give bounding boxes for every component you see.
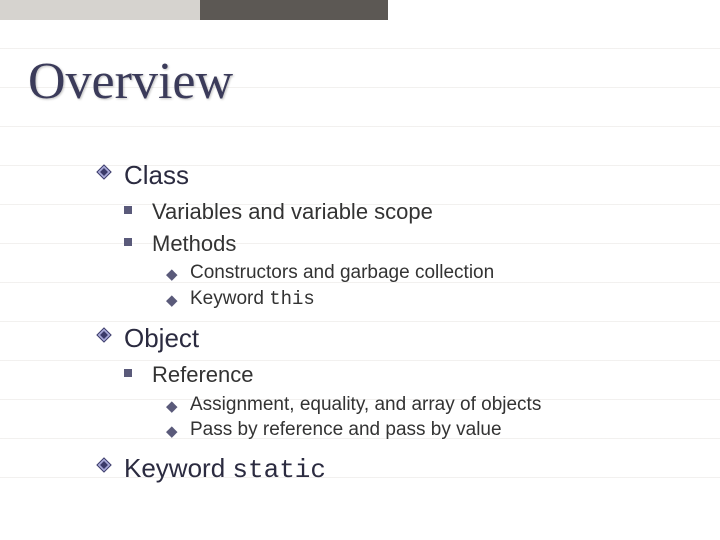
accent-light-segment bbox=[0, 0, 200, 20]
subbullet-reference: Reference bbox=[124, 360, 680, 390]
subsubbullet-constructors-label: Constructors and garbage collection bbox=[190, 262, 494, 283]
square-bullet-icon bbox=[124, 369, 132, 377]
top-accent-band bbox=[0, 0, 720, 20]
dot-bullet-icon: ◆ bbox=[166, 397, 178, 417]
subsubbullet-keyword-this-prefix: Keyword bbox=[190, 288, 269, 309]
code-static: static bbox=[232, 455, 326, 485]
dot-bullet-icon: ◆ bbox=[166, 265, 178, 285]
subbullet-methods-label: Methods bbox=[152, 231, 236, 256]
diamond-bullet-icon bbox=[96, 457, 112, 473]
square-bullet-icon bbox=[124, 206, 132, 214]
subbullet-variables-label: Variables and variable scope bbox=[152, 199, 433, 224]
subbullet-methods: Methods bbox=[124, 229, 680, 259]
diamond-bullet-icon bbox=[96, 164, 112, 180]
bullet-class-label: Class bbox=[124, 160, 189, 190]
subsubbullet-assignment-label: Assignment, equality, and array of objec… bbox=[190, 394, 541, 415]
subbullet-variables: Variables and variable scope bbox=[124, 197, 680, 227]
code-this: this bbox=[269, 288, 315, 310]
subsubbullet-keyword-this: ◆ Keyword this bbox=[166, 286, 680, 313]
bullet-object-label: Object bbox=[124, 323, 199, 353]
subsubbullet-constructors: ◆ Constructors and garbage collection bbox=[166, 260, 680, 286]
bullet-object: Object bbox=[96, 321, 680, 356]
subsubbullet-passby-label: Pass by reference and pass by value bbox=[190, 419, 502, 440]
dot-bullet-icon: ◆ bbox=[166, 422, 178, 442]
bullet-keyword-static-prefix: Keyword bbox=[124, 453, 232, 483]
subbullet-reference-label: Reference bbox=[152, 362, 254, 387]
slide-title: Overview bbox=[28, 52, 233, 111]
diamond-bullet-icon bbox=[96, 327, 112, 343]
subsubbullet-passby: ◆ Pass by reference and pass by value bbox=[166, 417, 680, 443]
bullet-class: Class bbox=[96, 158, 680, 193]
slide: Overview Class Variables and variable sc… bbox=[0, 0, 720, 540]
bullet-keyword-static: Keyword static bbox=[96, 451, 680, 488]
dot-bullet-icon: ◆ bbox=[166, 291, 178, 311]
accent-dark-segment bbox=[200, 0, 388, 20]
subsubbullet-assignment: ◆ Assignment, equality, and array of obj… bbox=[166, 392, 680, 418]
slide-content: Class Variables and variable scope Metho… bbox=[96, 158, 680, 492]
square-bullet-icon bbox=[124, 238, 132, 246]
